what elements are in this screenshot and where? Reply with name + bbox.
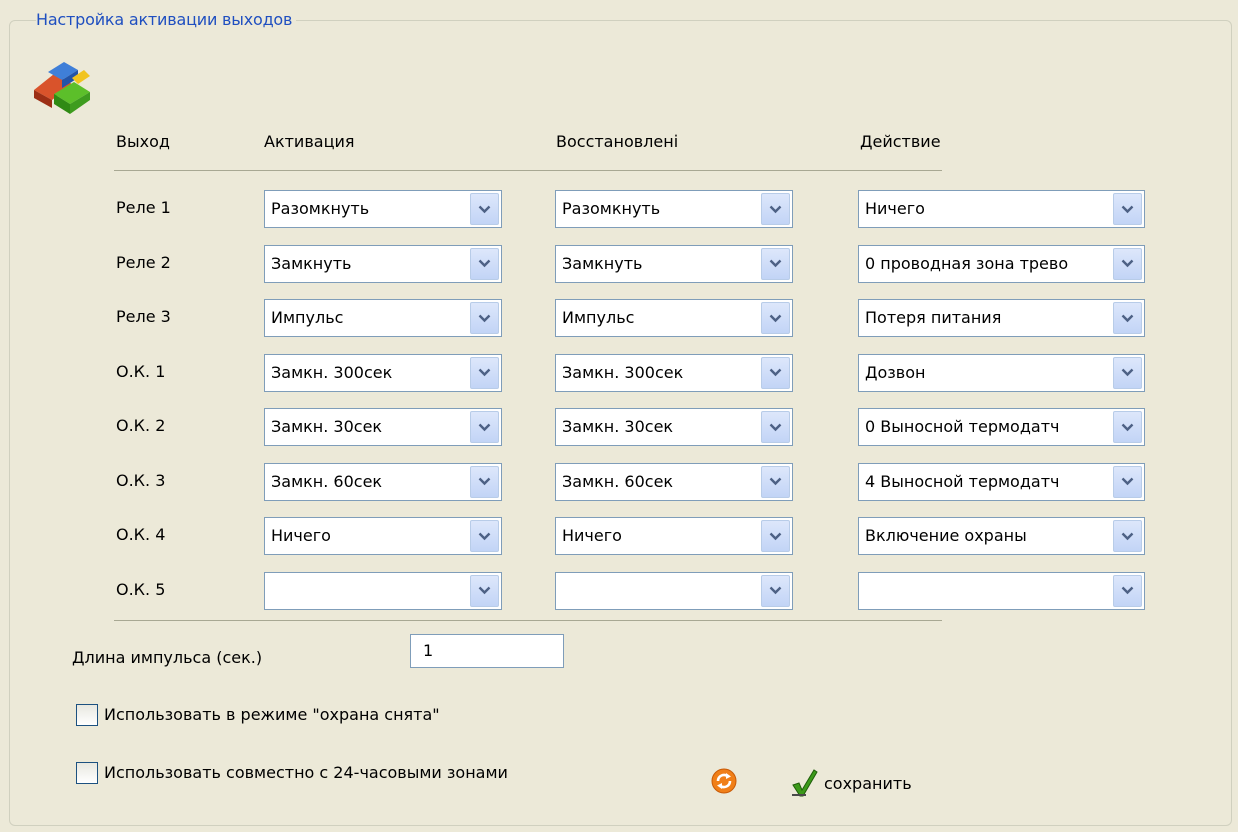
save-label: сохранить	[824, 773, 912, 793]
action-value: 0 Выносной термодатч	[865, 417, 1060, 436]
action-value	[865, 573, 1112, 609]
activation-select[interactable]	[264, 571, 502, 610]
restore-value: Замкн. 30сек	[562, 417, 674, 436]
output-label: О.К. 1	[116, 361, 166, 381]
action-select[interactable]: 0 Выносной термодатч	[858, 408, 1145, 446]
chevron-down-icon[interactable]	[1113, 302, 1142, 334]
panel-title: Настройка активации выходов	[36, 8, 297, 32]
chevron-down-icon[interactable]	[470, 356, 499, 389]
activation-select[interactable]: Замкн. 30сек	[264, 408, 502, 446]
chevron-down-icon[interactable]	[761, 302, 790, 334]
action-value: Включение охраны	[865, 526, 1027, 545]
activation-value: Замкн. 30сек	[271, 417, 383, 436]
chevron-down-icon[interactable]	[761, 193, 790, 225]
column-header-output: Выход	[116, 132, 170, 151]
restore-select[interactable]: Замкнуть	[555, 244, 793, 283]
chevron-down-icon[interactable]	[470, 302, 499, 334]
chevron-down-icon[interactable]	[761, 247, 790, 280]
action-select[interactable]: Потеря питания	[858, 299, 1145, 337]
action-value: 0 проводная зона трев⁠о	[865, 253, 1069, 273]
activation-value: Замкн. 60сек	[271, 471, 383, 491]
restore-value: Замкн. 60сек	[562, 471, 674, 491]
chevron-down-icon[interactable]	[470, 193, 499, 225]
column-header-restore: Восстановлені	[556, 132, 679, 151]
chevron-down-icon[interactable]	[1113, 193, 1142, 225]
pulse-length-input[interactable]: 1	[410, 634, 564, 668]
action-select[interactable]: Дозвон	[858, 353, 1145, 392]
column-header-action: Действие	[860, 132, 941, 151]
chevron-down-icon[interactable]	[761, 465, 790, 498]
column-header-activation: Активация	[264, 132, 355, 151]
pulse-length-label: Длина импульса (сек.)	[72, 648, 263, 667]
refresh-icon[interactable]	[711, 768, 737, 794]
checkmark-icon	[792, 769, 818, 797]
restore-select[interactable]: Ничего	[555, 517, 793, 555]
action-select[interactable]: 4 Выносной термодатч	[858, 462, 1145, 501]
activation-select[interactable]: Импульс	[264, 299, 502, 337]
restore-value: Замкнуть	[562, 253, 643, 273]
activation-value: Импульс	[271, 308, 344, 327]
restore-value: Замкн. 300сек	[562, 362, 684, 382]
chevron-down-icon[interactable]	[1113, 520, 1142, 552]
action-value: Дозвон	[865, 362, 926, 382]
output-label: Реле 2	[116, 252, 171, 272]
chevron-down-icon[interactable]	[470, 247, 499, 280]
chevron-down-icon[interactable]	[1113, 465, 1142, 498]
output-label: О.К. 2	[116, 416, 166, 435]
settings-panel: Настройка активации выходов Выход Активац…	[0, 0, 1238, 832]
chevron-down-icon[interactable]	[1113, 356, 1142, 389]
action-value: 4 Выносной термодатч	[865, 471, 1060, 491]
chevron-down-icon[interactable]	[470, 411, 499, 443]
restore-select[interactable]: Импульс	[555, 299, 793, 337]
activation-select[interactable]: Замкн. 300сек	[264, 353, 502, 392]
output-label: Реле 3	[116, 307, 171, 326]
output-label: О.К. 3	[116, 470, 166, 490]
chevron-down-icon[interactable]	[761, 411, 790, 443]
footer-divider	[114, 620, 942, 621]
outputs-puzzle-icon	[34, 62, 90, 114]
disarmed-mode-checkbox[interactable]	[76, 704, 98, 726]
action-select[interactable]: 0 проводная зона трев⁠о	[858, 244, 1145, 283]
activation-select[interactable]: Разомкнуть	[264, 190, 502, 228]
activation-value: Замкн. 300сек	[271, 362, 393, 382]
restore-value: Импульс	[562, 308, 635, 327]
restore-value: Ничего	[562, 526, 622, 545]
output-label: О.К. 5	[116, 579, 166, 599]
chevron-down-icon[interactable]	[761, 574, 790, 607]
zones-24h-checkbox[interactable]	[76, 762, 98, 784]
header-divider	[114, 170, 942, 171]
activation-value: Ничего	[271, 526, 331, 545]
restore-select[interactable]: Замкн. 60сек	[555, 462, 793, 501]
activation-value	[271, 573, 469, 609]
activation-select[interactable]: Ничего	[264, 517, 502, 555]
action-select[interactable]: Ничего	[858, 190, 1145, 228]
output-label: Реле 1	[116, 198, 171, 217]
restore-value	[562, 573, 760, 609]
restore-select[interactable]: Разомкнуть	[555, 190, 793, 228]
chevron-down-icon[interactable]	[470, 465, 499, 498]
chevron-down-icon[interactable]	[1113, 247, 1142, 280]
action-select[interactable]: Включение охраны	[858, 517, 1145, 555]
activation-select[interactable]: Замкн. 60сек	[264, 462, 502, 501]
activation-value: Разомкнуть	[271, 199, 370, 218]
chevron-down-icon[interactable]	[470, 520, 499, 552]
action-value: Потеря питания	[865, 308, 1002, 327]
zones-24h-label: Использовать совместно с 24-часовыми зон…	[104, 763, 508, 782]
chevron-down-icon[interactable]	[761, 520, 790, 552]
disarmed-mode-label: Использовать в режиме "охрана снята"	[104, 705, 440, 724]
chevron-down-icon[interactable]	[761, 356, 790, 389]
chevron-down-icon[interactable]	[1113, 574, 1142, 607]
save-button[interactable]: сохранить	[790, 766, 912, 800]
restore-select[interactable]: Замкн. 30сек	[555, 408, 793, 446]
restore-select[interactable]: Замкн. 300сек	[555, 353, 793, 392]
action-value: Ничего	[865, 199, 925, 218]
chevron-down-icon[interactable]	[1113, 411, 1142, 443]
activation-select[interactable]: Замкнуть	[264, 244, 502, 283]
action-select[interactable]	[858, 571, 1145, 610]
output-label: О.К. 4	[116, 525, 166, 544]
restore-value: Разомкнуть	[562, 199, 661, 218]
restore-select[interactable]	[555, 571, 793, 610]
chevron-down-icon[interactable]	[470, 574, 499, 607]
activation-value: Замкнуть	[271, 253, 352, 273]
